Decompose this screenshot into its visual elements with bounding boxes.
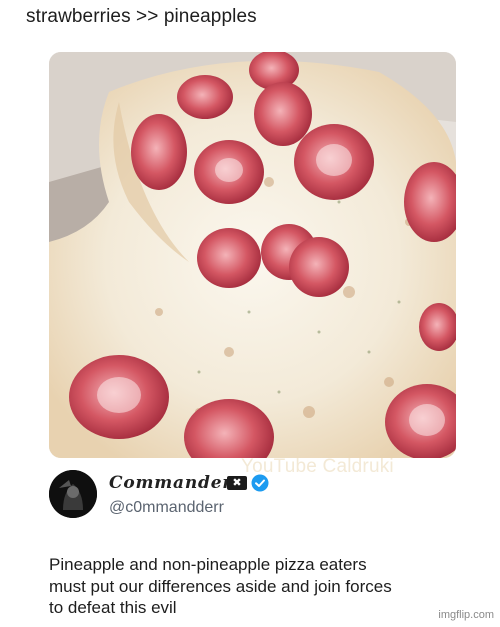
tweet-author: Commander ✖ @c0mmandderr bbox=[49, 470, 349, 518]
meme-caption: strawberries >> pineapples bbox=[26, 6, 257, 27]
avatar[interactable] bbox=[49, 470, 97, 518]
tweet-text-line: to defeat this evil bbox=[49, 598, 177, 617]
tweet-text-line: Pineapple and non-pineapple pizza eaters bbox=[49, 555, 367, 574]
user-handle[interactable]: @c0mmandderr bbox=[109, 499, 224, 517]
pizza-photo[interactable] bbox=[49, 52, 456, 458]
tweet-text: Pineapple and non-pineapple pizza eaters… bbox=[49, 554, 469, 619]
imgflip-watermark: imgflip.com bbox=[438, 609, 494, 621]
verified-badge-icon bbox=[251, 474, 269, 492]
tweet-text-line: must put our differences aside and join … bbox=[49, 576, 392, 596]
flag-icon: ✖ bbox=[227, 476, 247, 490]
display-name[interactable]: Commander bbox=[109, 473, 232, 493]
